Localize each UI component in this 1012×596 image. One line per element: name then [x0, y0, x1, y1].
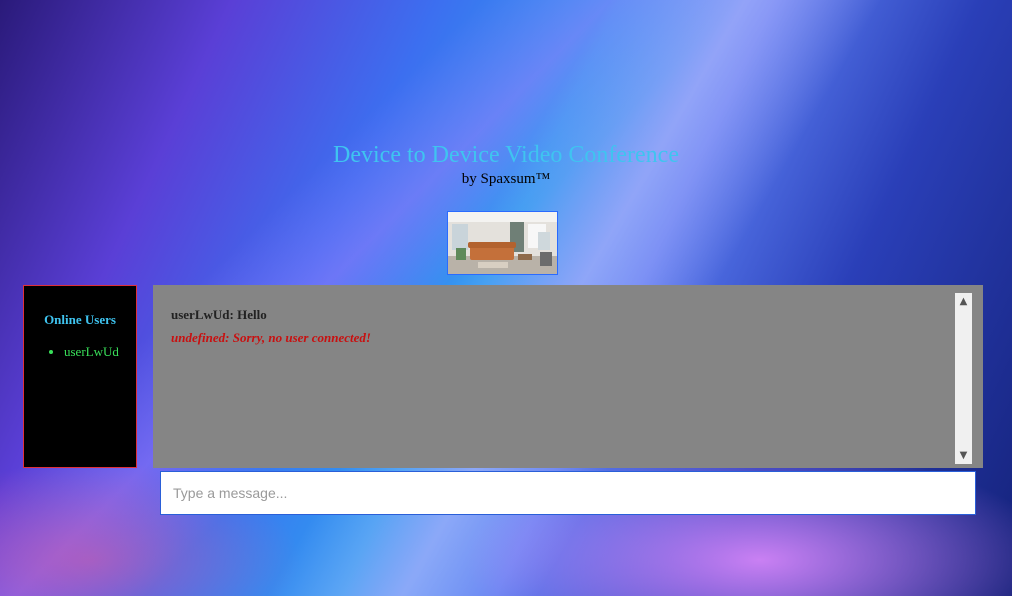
page-byline: by Spaxsum™: [461, 171, 551, 187]
chat-scrollbar[interactable]: ▲ ▼: [955, 293, 972, 464]
chat-log-panel[interactable]: userLwUd: Hello undefined: Sorry, no use…: [153, 285, 983, 468]
chat-message: userLwUd: Hello: [171, 307, 267, 322]
page-title: Device to Device Video Conference: [333, 142, 679, 168]
online-users-panel: Online Users userLwUd: [23, 285, 137, 468]
chat-messages: userLwUd: Hello undefined: Sorry, no use…: [171, 303, 941, 349]
video-thumbnail[interactable]: [447, 211, 558, 275]
online-users-list: userLwUd: [24, 344, 119, 360]
living-room-picture-icon: [448, 212, 557, 274]
chevron-down-icon[interactable]: ▼: [955, 447, 972, 464]
chat-message-error: undefined: Sorry, no user connected!: [171, 330, 371, 345]
online-users-title: Online Users: [44, 312, 116, 327]
message-input[interactable]: [160, 471, 976, 515]
online-user-item[interactable]: userLwUd: [64, 344, 119, 360]
page-header: Device to Device Video Conference by Spa…: [0, 140, 1012, 188]
chevron-up-icon[interactable]: ▲: [955, 293, 972, 310]
